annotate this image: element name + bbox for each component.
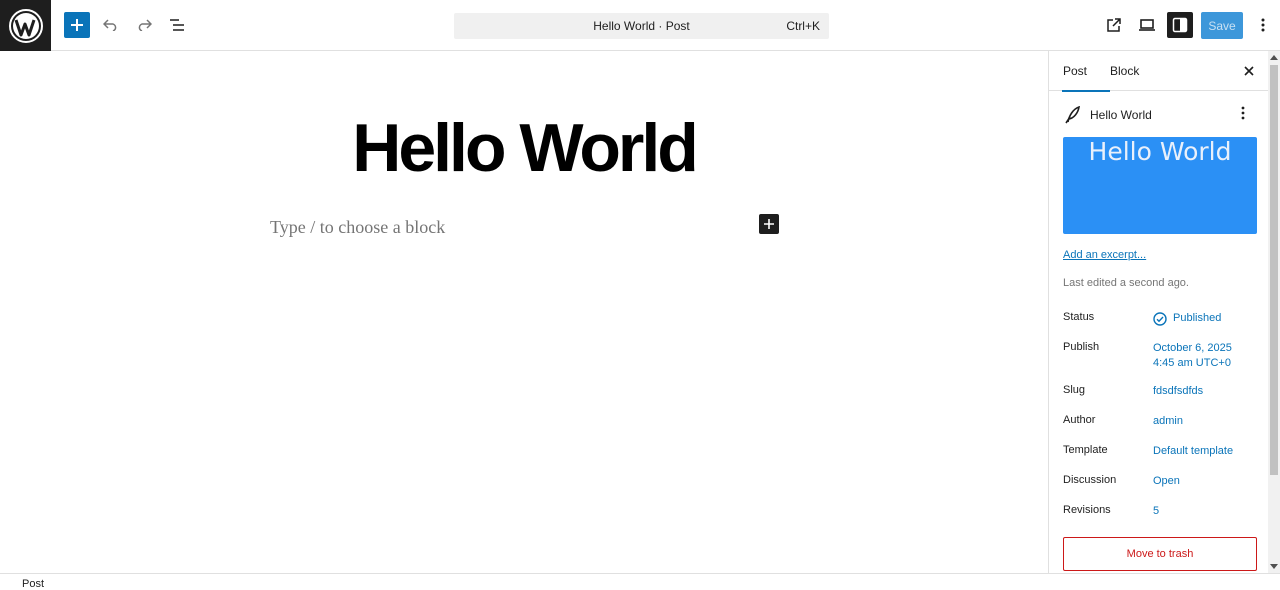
scroll-up-arrow-icon[interactable] bbox=[1270, 55, 1278, 60]
block-placeholder[interactable]: Type / to choose a block bbox=[270, 217, 445, 238]
settings-sidebar-toggle[interactable] bbox=[1167, 12, 1193, 38]
status-label: Status bbox=[1063, 311, 1095, 323]
redo-button[interactable] bbox=[131, 12, 157, 38]
editor-canvas[interactable]: Hello World Type / to choose a block bbox=[0, 51, 1048, 573]
editor-toolbar: Hello World · Post Ctrl+K Save bbox=[0, 0, 1280, 51]
save-button[interactable]: Save bbox=[1201, 12, 1243, 39]
options-menu-button[interactable] bbox=[1250, 12, 1276, 38]
external-link-icon bbox=[1107, 18, 1121, 32]
kebab-menu-icon bbox=[1261, 18, 1265, 32]
scroll-down-arrow-icon[interactable] bbox=[1270, 564, 1278, 569]
discussion-value[interactable]: Open bbox=[1153, 474, 1180, 489]
breadcrumb[interactable]: Post bbox=[22, 578, 44, 590]
tab-block[interactable]: Block bbox=[1110, 51, 1139, 91]
status-value-text: Published bbox=[1173, 312, 1222, 324]
document-overview-button[interactable] bbox=[164, 12, 190, 38]
footer-breadcrumb-bar: Post bbox=[0, 573, 1280, 590]
plus-icon bbox=[764, 219, 774, 229]
featured-image[interactable]: Hello World bbox=[1063, 137, 1257, 234]
sidebar-icon bbox=[1172, 17, 1188, 33]
feather-icon bbox=[1065, 106, 1080, 124]
published-check-icon bbox=[1153, 311, 1167, 326]
slug-label: Slug bbox=[1063, 384, 1086, 396]
discussion-label: Discussion bbox=[1063, 474, 1117, 486]
preview-button[interactable] bbox=[1134, 12, 1160, 38]
publish-date: October 6, 2025 bbox=[1153, 342, 1232, 354]
revisions-value[interactable]: 5 bbox=[1153, 504, 1159, 519]
move-to-trash-button[interactable]: Move to trash bbox=[1063, 537, 1257, 571]
redo-icon bbox=[138, 19, 152, 31]
post-card-header: Hello World bbox=[1063, 105, 1257, 125]
publish-date-value[interactable]: October 6, 2025 4:45 am UTC+0 bbox=[1153, 341, 1232, 371]
featured-image-text: Hello World bbox=[1088, 137, 1232, 166]
last-edited-text: Last edited a second ago. bbox=[1063, 277, 1189, 289]
close-icon bbox=[1244, 66, 1254, 76]
settings-sidebar: Post Block Hello World Hello World Add a… bbox=[1048, 51, 1268, 573]
author-value[interactable]: admin bbox=[1153, 414, 1183, 429]
scrollbar-thumb[interactable] bbox=[1270, 65, 1278, 475]
post-title[interactable]: Hello World bbox=[0, 109, 1048, 187]
add-excerpt-link[interactable]: Add an excerpt... bbox=[1063, 249, 1146, 261]
slug-value[interactable]: fdsdfsdfds bbox=[1153, 384, 1203, 399]
close-sidebar-button[interactable] bbox=[1241, 63, 1257, 79]
wordpress-logo-icon[interactable] bbox=[0, 0, 51, 51]
kebab-menu-icon[interactable] bbox=[1241, 106, 1245, 120]
sidebar-scrollbar[interactable] bbox=[1268, 51, 1280, 573]
status-value[interactable]: Published bbox=[1153, 311, 1221, 326]
publish-time: 4:45 am UTC+0 bbox=[1153, 357, 1231, 369]
template-label: Template bbox=[1063, 444, 1108, 456]
sidebar-tabs: Post Block bbox=[1049, 51, 1268, 92]
tab-post[interactable]: Post bbox=[1062, 51, 1110, 92]
block-inserter-button[interactable] bbox=[64, 12, 90, 38]
plus-icon bbox=[71, 19, 83, 31]
shortcut-hint: Ctrl+K bbox=[786, 19, 820, 33]
desktop-icon bbox=[1139, 19, 1155, 31]
publish-label: Publish bbox=[1063, 341, 1100, 353]
view-post-button[interactable] bbox=[1101, 12, 1127, 38]
post-card-title: Hello World bbox=[1090, 108, 1152, 122]
author-label: Author bbox=[1063, 414, 1096, 426]
list-view-icon bbox=[170, 19, 184, 31]
undo-button[interactable] bbox=[98, 12, 124, 38]
revisions-label: Revisions bbox=[1063, 504, 1111, 516]
template-value[interactable]: Default template bbox=[1153, 444, 1233, 459]
command-palette-bar[interactable]: Hello World · Post Ctrl+K bbox=[454, 13, 829, 39]
document-title: Hello World · Post bbox=[593, 19, 690, 33]
undo-icon bbox=[103, 19, 117, 31]
add-block-button[interactable] bbox=[759, 214, 779, 234]
